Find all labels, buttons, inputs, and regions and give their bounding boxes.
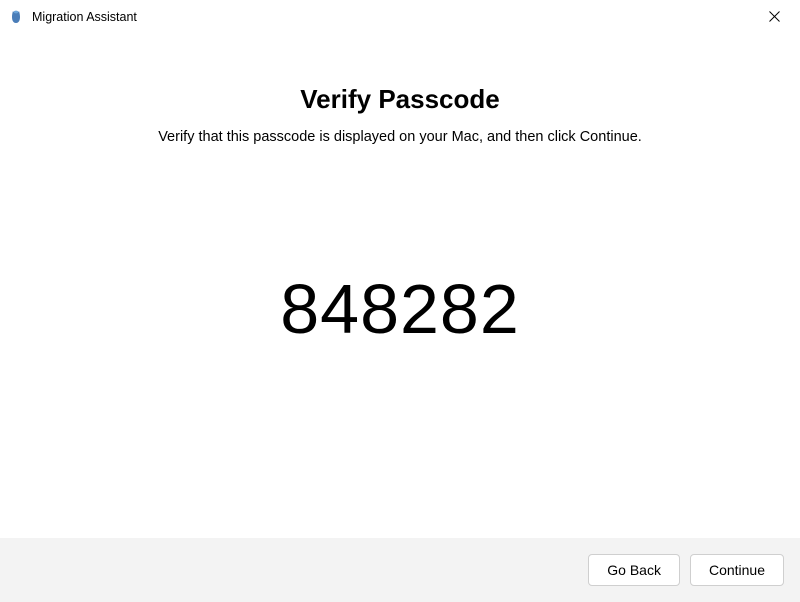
continue-button[interactable]: Continue (690, 554, 784, 586)
passcode-display: 848282 (0, 269, 800, 349)
main-content: Verify Passcode Verify that this passcod… (0, 34, 800, 538)
titlebar-left: Migration Assistant (8, 9, 137, 25)
page-title: Verify Passcode (0, 84, 800, 115)
close-icon (769, 10, 780, 25)
titlebar: Migration Assistant (0, 0, 800, 34)
page-instruction: Verify that this passcode is displayed o… (0, 129, 800, 145)
close-button[interactable] (760, 3, 788, 31)
footer: Go Back Continue (0, 538, 800, 602)
app-title: Migration Assistant (32, 10, 137, 24)
go-back-button[interactable]: Go Back (588, 554, 680, 586)
app-icon (8, 9, 24, 25)
